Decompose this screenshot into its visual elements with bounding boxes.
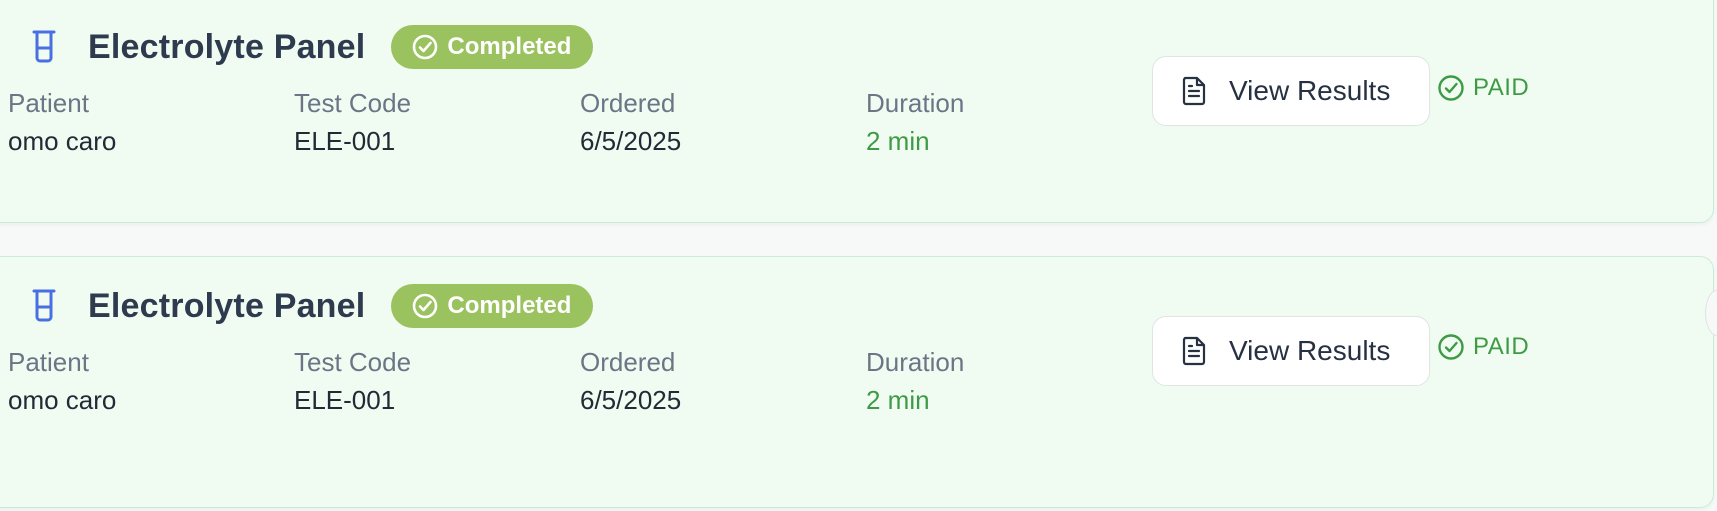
field-label: Duration: [866, 347, 965, 377]
status-text: Completed: [447, 292, 572, 319]
field-label: Test Code: [294, 88, 412, 118]
view-results-button[interactable]: View Results: [1152, 316, 1430, 386]
field-ordered: Ordered 6/5/2025: [580, 88, 681, 157]
field-label: Patient: [8, 347, 89, 377]
field-label: Duration: [866, 88, 965, 118]
field-value: omo caro: [8, 385, 117, 415]
check-circle-icon: [1438, 75, 1464, 101]
field-label: Patient: [8, 88, 89, 118]
field-value: 6/5/2025: [580, 385, 682, 415]
field-patient: Patient omo caro: [8, 347, 116, 416]
field-value: omo caro: [8, 126, 117, 156]
field-value: 2 min: [866, 385, 930, 415]
field-ordered: Ordered 6/5/2025: [580, 347, 681, 416]
test-title: Electrolyte Panel: [88, 27, 366, 66]
test-tube-icon: [30, 29, 58, 65]
status-badge: Completed: [391, 25, 594, 69]
field-test-code: Test Code ELE-001: [294, 347, 411, 416]
field-value: 2 min: [866, 126, 930, 156]
document-icon: [1182, 336, 1206, 366]
card-header: Electrolyte Panel Completed: [30, 25, 594, 69]
payment-status: PAID: [1437, 74, 1529, 102]
test-title: Electrolyte Panel: [88, 286, 366, 325]
payment-status: PAID: [1437, 333, 1529, 361]
field-label: Test Code: [294, 347, 412, 377]
field-label: Ordered: [580, 88, 676, 118]
view-results-button[interactable]: View Results: [1152, 56, 1430, 126]
field-duration: Duration 2 min: [866, 347, 964, 416]
field-value: ELE-001: [294, 385, 396, 415]
payment-status-text: PAID: [1473, 74, 1530, 101]
check-circle-icon: [413, 293, 438, 319]
test-tube-icon: [30, 288, 58, 324]
field-label: Ordered: [580, 347, 676, 377]
field-value: ELE-001: [294, 126, 396, 156]
view-results-label: View Results: [1229, 75, 1391, 106]
status-badge: Completed: [391, 284, 594, 328]
check-circle-icon: [1438, 334, 1464, 360]
view-results-label: View Results: [1229, 335, 1391, 366]
document-icon: [1182, 76, 1206, 106]
field-patient: Patient omo caro: [8, 88, 116, 157]
field-test-code: Test Code ELE-001: [294, 88, 411, 157]
field-duration: Duration 2 min: [866, 88, 964, 157]
payment-status-text: PAID: [1473, 333, 1530, 360]
status-text: Completed: [447, 33, 572, 60]
field-value: 6/5/2025: [580, 126, 682, 156]
card-header: Electrolyte Panel Completed: [30, 284, 594, 328]
check-circle-icon: [413, 34, 438, 60]
